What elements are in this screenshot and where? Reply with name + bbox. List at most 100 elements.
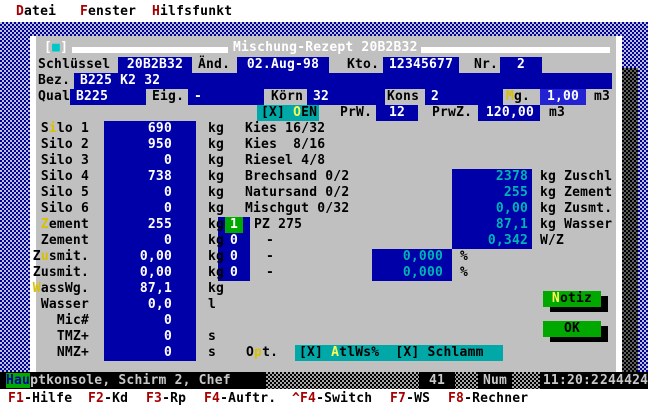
percent2-value: 0,000 bbox=[372, 265, 443, 281]
silo2-unit: kg bbox=[208, 137, 224, 153]
fkey-f3-rp[interactable]: F3-Rp bbox=[146, 391, 186, 407]
zusmit2-sort-field[interactable]: 0 bbox=[218, 265, 250, 281]
status-bar: Hauptkonsole, Schirm 2, Chef 41 Num 11:2… bbox=[0, 372, 648, 389]
opt-checkboxes[interactable]: [X] AtlWs% [X] Schlamm bbox=[295, 345, 503, 361]
status-counter: 244424 bbox=[600, 372, 648, 389]
summary-zement-label: kg Zement bbox=[540, 185, 612, 201]
silo1-label: Silo 1 bbox=[32, 121, 89, 137]
menu-hilfsfunkt-hotkey: H bbox=[152, 4, 160, 19]
silo4-label: Silo 4 bbox=[32, 169, 89, 185]
dialog-title: Mischung-Rezept 20B2B32 bbox=[233, 40, 418, 56]
silo6-value[interactable]: 0 bbox=[104, 201, 172, 217]
zusmit1-value[interactable]: 0,00 bbox=[104, 249, 172, 265]
kto-label: Kto. bbox=[347, 57, 379, 73]
percent1-value: 0,000 bbox=[372, 249, 443, 265]
summary-zement-value: 255 bbox=[452, 185, 528, 201]
mg-label-rest: g. bbox=[514, 89, 530, 104]
zusmit1-sort-field[interactable]: 0 bbox=[218, 249, 250, 265]
silo3-unit: kg bbox=[208, 153, 224, 169]
silo4-material: Brechsand 0/2 bbox=[245, 169, 349, 185]
qual-label: Qual bbox=[38, 89, 70, 105]
silo6-unit: kg bbox=[208, 201, 224, 217]
percent2-unit: % bbox=[460, 265, 468, 281]
tmz-value[interactable]: 0 bbox=[104, 329, 172, 345]
silo5-value[interactable]: 0 bbox=[104, 185, 172, 201]
aend-field[interactable]: 02.Aug-98 bbox=[237, 57, 329, 73]
percent1-unit: % bbox=[460, 249, 468, 265]
silo2-label: Silo 2 bbox=[32, 137, 89, 153]
koern-field[interactable]: 32 bbox=[307, 89, 385, 105]
mic-value[interactable]: 0 bbox=[104, 313, 172, 329]
silo1-value[interactable]: 690 bbox=[104, 121, 172, 137]
wasser-unit: l bbox=[208, 297, 216, 313]
menu-hilfsfunkt-label: ilfsfunkt bbox=[160, 4, 232, 19]
summary-wz-label: W/Z bbox=[540, 233, 564, 249]
close-bracket-right: ] bbox=[60, 40, 68, 55]
silo1-material: Kies 16/32 bbox=[245, 121, 325, 137]
menu-fenster-hotkey: F bbox=[80, 4, 88, 19]
prwz-field[interactable]: 120,00 bbox=[478, 105, 540, 121]
zement1-sort-field[interactable]: 1 bbox=[218, 217, 250, 233]
kto-field[interactable]: 12345677 bbox=[383, 57, 459, 73]
schluessel-label: Schlüssel bbox=[38, 57, 110, 73]
fkey-ctrlf4-switch[interactable]: ^F4-Switch bbox=[292, 391, 372, 407]
schlamm-checkbox: [X] Schlamm bbox=[379, 345, 483, 360]
atlws-checkbox-mark: [X] bbox=[299, 345, 331, 360]
zusmit2-value[interactable]: 0,00 bbox=[104, 265, 172, 281]
oen-checkbox-mark: [X] bbox=[261, 105, 293, 120]
silo4-value[interactable]: 738 bbox=[104, 169, 172, 185]
schluessel-field[interactable]: 20B2B32 bbox=[118, 57, 192, 73]
title-frame-line-right bbox=[421, 47, 610, 53]
silo4-unit: kg bbox=[208, 169, 224, 185]
prw-field[interactable]: 12 bbox=[376, 105, 418, 121]
close-button[interactable]: [■] bbox=[44, 40, 68, 56]
summary-wasser-value: 87,1 bbox=[452, 217, 528, 233]
menu-item-hilfsfunkt[interactable]: Hilfsfunkt bbox=[152, 4, 232, 20]
silo5-material: Natursand 0/2 bbox=[245, 185, 349, 201]
menu-item-fenster[interactable]: Fenster bbox=[80, 4, 136, 20]
oen-hotkey: O bbox=[293, 105, 301, 120]
eig-field[interactable]: - bbox=[188, 89, 264, 105]
summary-zusmt-label: kg Zusmt. bbox=[540, 201, 612, 217]
aend-label: Änd. bbox=[198, 57, 230, 73]
mg-field[interactable]: 1,00 bbox=[540, 89, 586, 105]
fkey-f7-ws[interactable]: F7-WS bbox=[390, 391, 430, 407]
wasswg-value[interactable]: 87,1 bbox=[104, 281, 172, 297]
oen-checkbox[interactable]: [X] OEN bbox=[257, 105, 319, 121]
qual-field[interactable]: B225 bbox=[70, 89, 146, 105]
fkey-f4-auftr[interactable]: F4-Auftr. bbox=[204, 391, 276, 407]
notiz-button[interactable]: Notiz bbox=[543, 291, 601, 307]
nmz-label: NMZ+ bbox=[32, 345, 89, 361]
summary-wz-value: 0,342 bbox=[452, 233, 528, 249]
mg-hotkey: M bbox=[506, 89, 514, 104]
silo3-value[interactable]: 0 bbox=[104, 153, 172, 169]
wasser-value[interactable]: 0,0 bbox=[104, 297, 172, 313]
summary-zuschl-label: kg Zuschl bbox=[540, 169, 612, 185]
zement2-label: Zement bbox=[32, 233, 89, 249]
bez-field[interactable]: B225 K2 32 bbox=[74, 73, 612, 89]
summary-zusmt-value: 0,00 bbox=[452, 201, 528, 217]
silo5-label: Silo 5 bbox=[32, 185, 89, 201]
nr-field[interactable]: 2 bbox=[500, 57, 542, 73]
silo2-value[interactable]: 950 bbox=[104, 137, 172, 153]
zement1-value[interactable]: 255 bbox=[104, 217, 172, 233]
zement2-sort-field[interactable]: 0 bbox=[218, 233, 250, 249]
summary-wasser-label: kg Wasser bbox=[540, 217, 612, 233]
menu-item-datei[interactable]: Datei bbox=[16, 4, 56, 20]
status-console-label: ptkonsole, Schirm 2, Chef bbox=[30, 373, 231, 388]
atlws-hotkey: A bbox=[331, 345, 339, 360]
fkey-f8-rechner[interactable]: F8-Rechner bbox=[448, 391, 528, 407]
ok-button[interactable]: OK bbox=[543, 321, 601, 337]
silo6-material: Mischgut 0/32 bbox=[245, 201, 349, 217]
silo1-unit: kg bbox=[208, 121, 224, 137]
tmz-unit: s bbox=[208, 329, 216, 345]
kons-field[interactable]: 2 bbox=[425, 89, 503, 105]
fkey-f2-kd[interactable]: F2-Kd bbox=[88, 391, 128, 407]
zement2-value[interactable]: 0 bbox=[104, 233, 172, 249]
fkey-f1-hilfe[interactable]: F1-Hilfe bbox=[8, 391, 72, 407]
zusmit2-type: - bbox=[266, 265, 274, 281]
nmz-value[interactable]: 0 bbox=[104, 345, 172, 361]
menu-fenster-label: enster bbox=[88, 4, 136, 19]
mg-unit-label: m3 bbox=[594, 89, 610, 105]
close-icon: ■ bbox=[52, 40, 60, 55]
